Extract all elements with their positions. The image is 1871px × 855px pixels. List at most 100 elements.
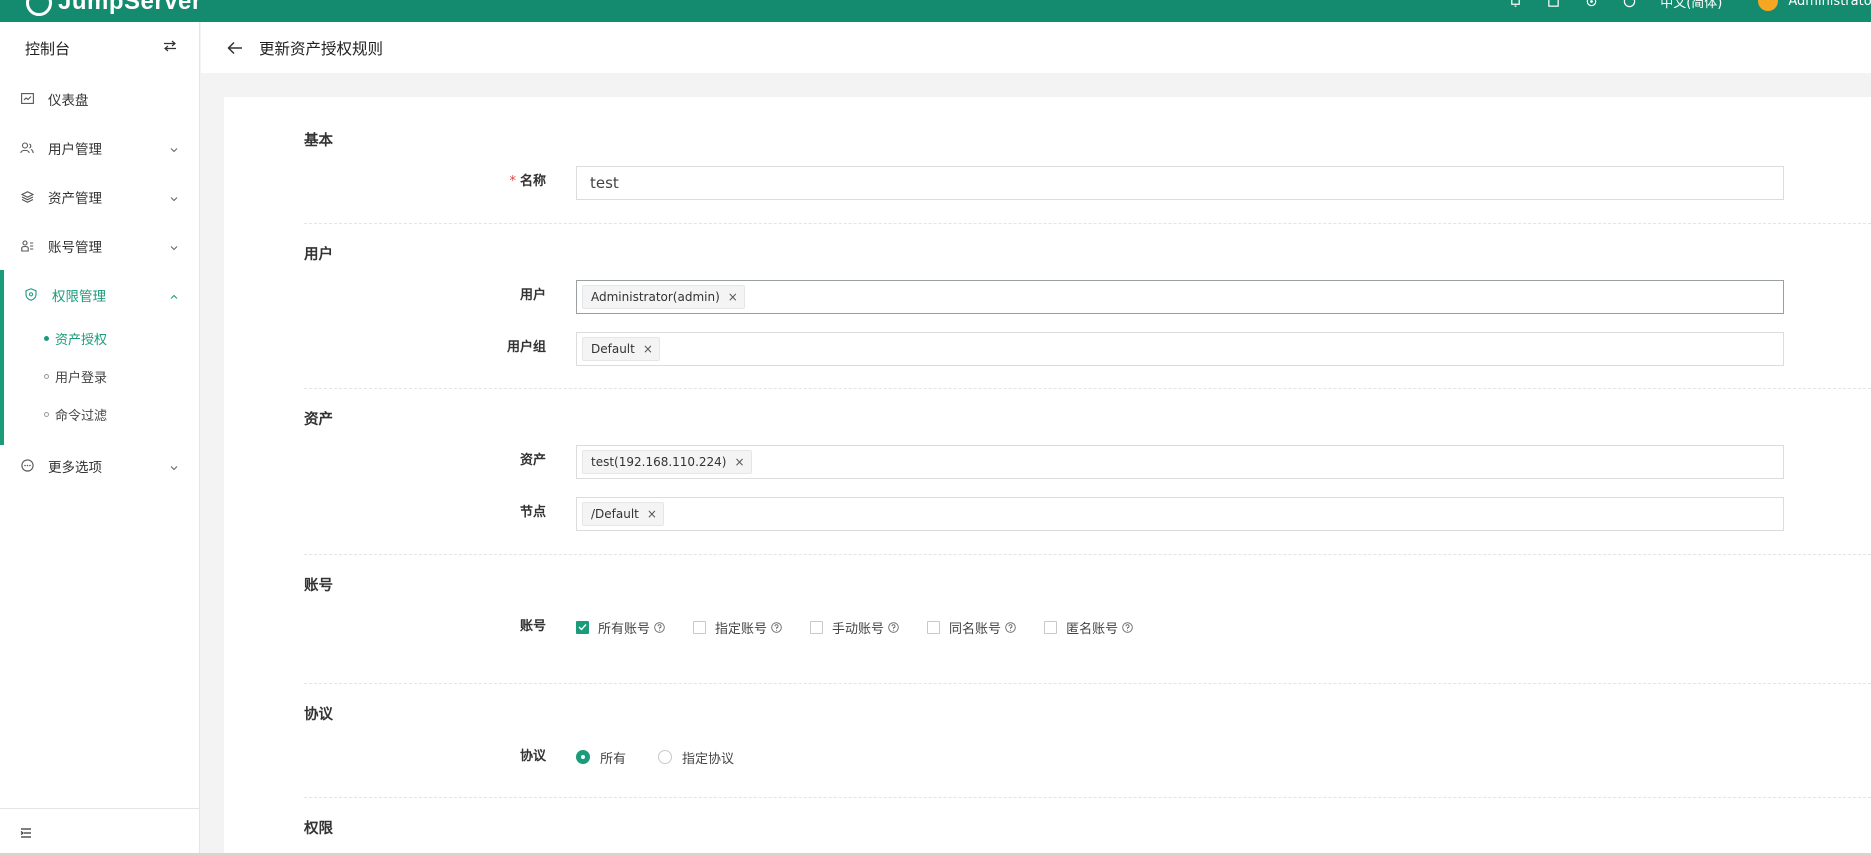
back-arrow-icon[interactable]: [227, 39, 245, 57]
checkbox-all-accounts[interactable]: 所有账号: [576, 618, 665, 637]
sidebar-subitem-user-login[interactable]: 用户登录: [0, 357, 199, 395]
node-tag-label: /Default: [591, 507, 639, 521]
users-icon: [20, 141, 34, 155]
help-icon[interactable]: [1122, 621, 1133, 633]
help-icon[interactable]: [771, 621, 782, 633]
top-bar: JumpServer 中文(简体) Administrator: [0, 0, 1871, 22]
permissions-submenu: 资产授权 用户登录 命令过滤: [0, 270, 199, 445]
gear-icon[interactable]: [1584, 0, 1598, 8]
name-input[interactable]: test: [576, 166, 1784, 200]
sidebar-title: 控制台: [25, 39, 71, 58]
nodes-label: 节点: [519, 505, 546, 520]
shield-icon: [24, 288, 38, 302]
user-name[interactable]: Administrator: [1788, 0, 1871, 9]
user-group-tag: Default ×: [582, 337, 660, 361]
section-title-permission: 权限: [304, 821, 333, 837]
language-selector[interactable]: 中文(简体): [1660, 0, 1722, 11]
bullet-icon: [44, 373, 49, 379]
sidebar-item-label: 用户管理: [48, 141, 102, 158]
checkbox-label: 匿名账号: [1066, 621, 1119, 637]
radio-specified-protocols[interactable]: 指定协议: [658, 748, 734, 767]
radio-unselected[interactable]: [658, 750, 673, 764]
help-icon[interactable]: [888, 621, 899, 633]
nodes-select[interactable]: /Default ×: [576, 497, 1784, 531]
chevron-down-icon: [169, 241, 179, 251]
help-icon[interactable]: [1622, 0, 1636, 8]
close-icon[interactable]: ×: [728, 290, 738, 304]
sidebar-header: 控制台: [0, 22, 199, 74]
sidebar-subitem-command-filter[interactable]: 命令过滤: [0, 395, 199, 433]
account-options: 所有账号 指定账号 手动账号 同名账号 匿名账号: [576, 610, 1161, 644]
close-icon[interactable]: ×: [647, 507, 657, 521]
sidebar-item-label: 资产管理: [48, 190, 102, 207]
chevron-up-icon: [169, 290, 179, 300]
node-tag: /Default ×: [582, 502, 664, 526]
checkbox-unchecked[interactable]: [810, 620, 824, 634]
more-icon: [20, 459, 34, 473]
sidebar-item-users[interactable]: 用户管理: [0, 123, 199, 172]
protocol-options: 所有 指定协议: [576, 740, 766, 774]
asset-tag: test(192.168.110.224) ×: [582, 450, 752, 474]
switch-view-icon[interactable]: [163, 40, 177, 56]
user-tag-label: Administrator(admin): [591, 290, 720, 304]
user-groups-select[interactable]: Default ×: [576, 332, 1784, 366]
assets-select[interactable]: test(192.168.110.224) ×: [576, 445, 1784, 479]
close-icon[interactable]: ×: [643, 342, 653, 356]
logo-text: JumpServer: [58, 0, 202, 15]
user-group-tag-label: Default: [591, 342, 635, 356]
checkbox-unchecked[interactable]: [1044, 620, 1058, 634]
top-right-toolbar: 中文(简体) Administrator: [1508, 0, 1871, 11]
checkbox-same-name-accounts[interactable]: 同名账号: [927, 618, 1016, 637]
user-groups-label: 用户组: [506, 340, 546, 355]
name-label: * 名称: [306, 165, 546, 199]
section-divider: [304, 388, 1871, 389]
radio-selected[interactable]: [576, 750, 590, 764]
collapse-sidebar-icon[interactable]: [20, 823, 32, 842]
section-divider: [304, 797, 1871, 798]
avatar[interactable]: [1758, 0, 1779, 11]
checkbox-unchecked[interactable]: [693, 620, 707, 634]
bullet-icon: [44, 411, 49, 417]
page-header: 更新资产授权规则: [201, 22, 1871, 73]
sidebar-item-dashboard[interactable]: 仪表盘: [0, 74, 199, 123]
chevron-down-icon: [169, 192, 179, 202]
sidebar-subitem-asset-permission[interactable]: 资产授权: [0, 319, 199, 357]
sidebar-item-label: 权限管理: [52, 288, 106, 305]
inbox-icon[interactable]: [1546, 0, 1560, 8]
checkbox-label: 指定账号: [715, 621, 768, 637]
radio-label: 所有: [600, 751, 627, 767]
checkbox-label: 手动账号: [832, 621, 885, 637]
users-select[interactable]: Administrator(admin) ×: [576, 280, 1784, 314]
section-divider: [304, 554, 1871, 555]
logo[interactable]: JumpServer: [26, 0, 202, 16]
sidebar-item-more[interactable]: 更多选项: [0, 441, 199, 490]
close-icon[interactable]: ×: [734, 455, 744, 469]
sidebar-item-permissions[interactable]: 权限管理: [0, 270, 199, 319]
required-mark: *: [509, 174, 516, 189]
sidebar-item-assets[interactable]: 资产管理: [0, 172, 199, 221]
assets-label: 资产: [519, 453, 546, 468]
sidebar-item-label: 仪表盘: [48, 92, 89, 109]
account-label: 账号: [519, 619, 546, 634]
checkbox-anonymous-accounts[interactable]: 匿名账号: [1044, 618, 1133, 637]
radio-all-protocols[interactable]: 所有: [576, 748, 626, 767]
name-input-value: test: [590, 174, 619, 192]
sidebar-subitem-label: 资产授权: [55, 332, 108, 348]
sidebar-footer: [0, 808, 199, 855]
bullet-icon: [44, 335, 49, 341]
help-icon[interactable]: [654, 621, 665, 633]
radio-label: 指定协议: [682, 751, 735, 767]
checkbox-checked[interactable]: [576, 620, 589, 634]
bell-icon[interactable]: [1508, 0, 1522, 8]
section-title-basic: 基本: [304, 133, 333, 149]
sidebar-item-accounts[interactable]: 账号管理: [0, 221, 199, 270]
sidebar-item-label: 账号管理: [48, 239, 102, 256]
section-title-account: 账号: [304, 578, 333, 594]
checkbox-manual-accounts[interactable]: 手动账号: [810, 618, 899, 637]
checkbox-specified-accounts[interactable]: 指定账号: [693, 618, 782, 637]
help-icon[interactable]: [1005, 621, 1016, 633]
section-divider: [304, 223, 1871, 224]
users-label: 用户: [519, 288, 546, 303]
checkbox-unchecked[interactable]: [927, 620, 941, 634]
sidebar-subitem-label: 用户登录: [55, 370, 108, 386]
